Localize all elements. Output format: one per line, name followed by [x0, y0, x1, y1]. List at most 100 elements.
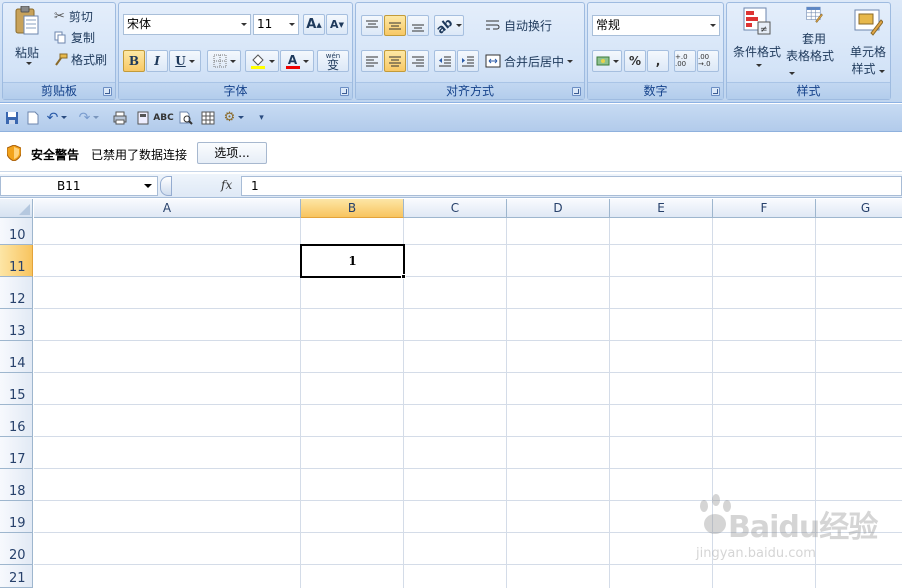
row-header-14[interactable]: 14 — [0, 341, 33, 373]
number-format-select[interactable]: 常规 — [592, 15, 720, 36]
align-bottom-button[interactable] — [407, 15, 429, 36]
font-size-select[interactable]: 11 — [253, 14, 299, 35]
wrap-text-icon — [486, 20, 500, 29]
format-as-table-button[interactable]: 套用 表格格式 — [785, 5, 843, 79]
comma-icon: , — [655, 54, 661, 68]
row-header-13[interactable]: 13 — [0, 309, 33, 341]
percent-button[interactable]: % — [624, 50, 646, 72]
fill-color-button[interactable] — [245, 50, 279, 72]
new-document-icon[interactable] — [24, 109, 41, 126]
ribbon: 粘贴 ✂ 剪切 复制 格式刷 剪贴板 宋体 11 A ▲ A ▼ B I U A… — [0, 0, 902, 103]
dialog-launcher-icon[interactable] — [572, 87, 581, 96]
row-header-21[interactable]: 21 — [0, 565, 33, 588]
copy-button[interactable]: 复制 — [53, 28, 113, 46]
row-header-11[interactable]: 11 — [0, 245, 33, 277]
grow-font-button[interactable]: A ▲ — [303, 14, 325, 35]
select-all-button[interactable] — [0, 199, 33, 218]
cell-styles-button[interactable]: 单元格 样式 — [845, 5, 891, 79]
align-middle-button[interactable] — [384, 15, 406, 36]
save-icon[interactable] — [3, 109, 20, 126]
underline-button[interactable]: U — [169, 50, 201, 72]
calculator-icon[interactable] — [134, 109, 151, 126]
grid-icon[interactable] — [199, 109, 216, 126]
dialog-launcher-icon[interactable] — [103, 87, 112, 96]
format-painter-button[interactable]: 格式刷 — [53, 50, 113, 68]
font-color-button[interactable]: A — [280, 50, 314, 72]
gridline — [34, 276, 902, 277]
dialog-launcher-icon[interactable] — [340, 87, 349, 96]
gridline — [34, 340, 902, 341]
formula-input[interactable]: 1 — [241, 176, 902, 196]
cell-styles-label-2: 样式 — [851, 60, 885, 77]
comma-style-button[interactable]: , — [647, 50, 669, 72]
font-name-select[interactable]: 宋体 — [123, 14, 251, 35]
chevron-down-icon — [229, 59, 236, 63]
wrap-text-button[interactable]: 自动换行 — [484, 15, 574, 36]
print-preview-icon[interactable] — [177, 109, 194, 126]
conditional-format-button[interactable]: ≠ 条件格式 — [729, 5, 785, 79]
bold-button[interactable]: B — [123, 50, 145, 72]
column-header-d[interactable]: D — [507, 199, 610, 218]
dialog-launcher-icon[interactable] — [711, 87, 720, 96]
row-header-12[interactable]: 12 — [0, 277, 33, 309]
merge-center-button[interactable]: 合并后居中 — [484, 50, 582, 72]
active-cell-b11[interactable]: 1 — [300, 244, 405, 278]
column-header-c[interactable]: C — [404, 199, 507, 218]
tools-icon[interactable]: ⚙ — [221, 109, 247, 126]
clipboard-group: 粘贴 ✂ 剪切 复制 格式刷 剪贴板 — [2, 2, 116, 100]
phonetic-button[interactable]: wén 变 — [317, 50, 349, 72]
name-box[interactable]: B11 — [0, 176, 158, 196]
shrink-font-button[interactable]: A ▼ — [326, 14, 348, 35]
insert-function-icon[interactable]: fx — [221, 178, 232, 192]
spell-check-icon[interactable]: ABC — [153, 109, 173, 126]
decrease-decimal-button[interactable]: .00 →.0 — [697, 50, 719, 72]
cut-button[interactable]: ✂ 剪切 — [53, 7, 113, 25]
column-header-g[interactable]: G — [816, 199, 902, 218]
align-center-icon — [389, 56, 401, 67]
row-header-16[interactable]: 16 — [0, 405, 33, 437]
formula-bar-resize-handle[interactable] — [160, 176, 172, 196]
alignment-group: ab 自动换行 合并后居中 对齐方式 — [355, 2, 585, 100]
row-header-15[interactable]: 15 — [0, 373, 33, 405]
security-options-button[interactable]: 选项... — [197, 142, 267, 164]
decrease-indent-button[interactable] — [434, 50, 456, 72]
fill-handle[interactable] — [401, 274, 406, 279]
paste-button[interactable]: 粘贴 — [9, 5, 45, 77]
column-header-b[interactable]: B — [301, 199, 404, 218]
chevron-down-icon — [567, 59, 574, 63]
align-center-button[interactable] — [384, 50, 406, 72]
excel-window: 粘贴 ✂ 剪切 复制 格式刷 剪贴板 宋体 11 A ▲ A ▼ B I U A… — [0, 0, 902, 588]
align-left-button[interactable] — [361, 50, 383, 72]
undo-icon[interactable]: ↶ — [44, 109, 70, 126]
row-header-20[interactable]: 20 — [0, 533, 33, 565]
customize-toolbar-icon[interactable]: ▾ — [253, 109, 270, 126]
column-header-e[interactable]: E — [610, 199, 713, 218]
caret-up-icon: ▲ — [316, 20, 322, 29]
align-top-button[interactable] — [361, 15, 383, 36]
italic-button[interactable]: I — [146, 50, 168, 72]
merge-cells-icon — [485, 54, 501, 68]
paste-label: 粘贴 — [14, 46, 39, 60]
increase-indent-button[interactable] — [457, 50, 479, 72]
align-left-icon — [366, 56, 378, 67]
print-icon[interactable] — [111, 109, 128, 126]
increase-decimal-button[interactable]: +.0 .00 — [674, 50, 696, 72]
column-header-f[interactable]: F — [713, 199, 816, 218]
currency-icon — [596, 56, 609, 66]
row-header-17[interactable]: 17 — [0, 437, 33, 469]
orientation-button[interactable]: ab — [434, 15, 464, 36]
paint-bucket-icon — [250, 54, 265, 69]
formula-bar: B11 fx 1 — [0, 174, 902, 198]
accounting-format-button[interactable] — [592, 50, 622, 72]
align-right-button[interactable] — [407, 50, 429, 72]
column-header-a[interactable]: A — [34, 199, 301, 218]
scissors-icon: ✂ — [54, 8, 65, 24]
row-header-10[interactable]: 10 — [0, 218, 33, 245]
borders-button[interactable] — [207, 50, 241, 72]
row-header-18[interactable]: 18 — [0, 469, 33, 501]
row-header-19[interactable]: 19 — [0, 501, 33, 533]
styles-group-label: 样式 — [727, 82, 890, 99]
font-color-icon: A — [285, 54, 300, 69]
increase-indent-icon — [462, 56, 474, 67]
redo-icon[interactable]: ↷ — [76, 109, 102, 126]
